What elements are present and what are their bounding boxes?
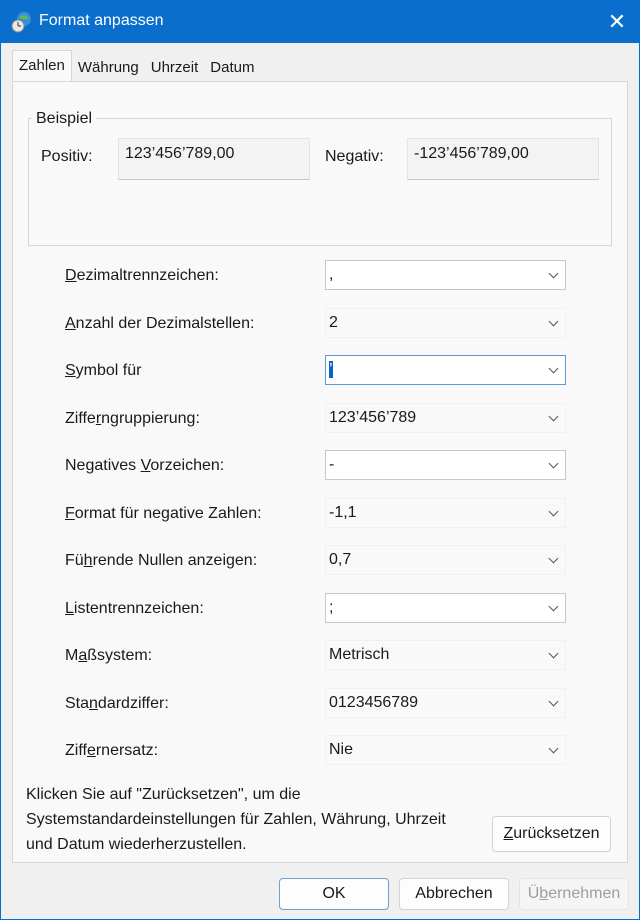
positive-label: Positiv:: [41, 148, 93, 165]
reset-accesskey: Z: [503, 825, 514, 842]
chevron-down-icon[interactable]: [548, 458, 559, 469]
reset-button[interactable]: Zurücksetzen: [492, 816, 611, 852]
label-text: Sta: [65, 694, 90, 712]
decimal-places-combobox[interactable]: 2: [325, 307, 566, 338]
list-separator-label: Listentrennzeichen:: [65, 600, 204, 618]
tab-uhrzeit[interactable]: Uhrzeit: [145, 52, 205, 82]
digit-grouping-label: Zifferngruppierung:: [65, 410, 200, 428]
chevron-down-icon[interactable]: [548, 411, 559, 421]
decimal-places-label: Anzahl der Dezimalstellen:: [65, 315, 254, 333]
label-text: orzeichen:: [150, 457, 225, 474]
label-text: ymbol für: [75, 362, 142, 379]
chevron-down-icon[interactable]: [548, 601, 559, 611]
label-text: ormat für negative Zahlen:: [74, 504, 262, 522]
globe-clock-icon: [11, 12, 31, 33]
label-accesskey: L: [65, 599, 74, 617]
label-text: rnersatz:: [95, 742, 159, 759]
tab-datum[interactable]: Datum: [204, 52, 260, 82]
cancel-button[interactable]: Abbrechen: [399, 878, 509, 910]
close-button[interactable]: ✕: [594, 0, 640, 43]
digit-grouping-symbol-label: Symbol für: [65, 362, 141, 380]
negative-number-format-label: Format für negative Zahlen:: [65, 505, 262, 523]
positive-example: 123’456’789,00: [118, 138, 310, 180]
digit-grouping-combobox[interactable]: 123’456’789: [325, 402, 566, 433]
label-accesskey: n: [89, 694, 98, 712]
combobox-value: Metrisch: [329, 646, 390, 663]
apply-accesskey: b: [539, 885, 549, 902]
digit-grouping-symbol-combobox[interactable]: ’: [325, 355, 566, 385]
chevron-down-icon[interactable]: [548, 363, 559, 374]
combobox-value: 123’456’789: [329, 408, 417, 426]
label-text: dardziffer:: [97, 694, 169, 712]
digit-substitution-label: Ziffernersatz:: [65, 742, 158, 760]
label-text: Ziffe: [65, 409, 96, 427]
leading-zeros-label: Führende Nullen anzeigen:: [65, 552, 257, 570]
standard-digits-label: Standardziffer:: [65, 695, 169, 713]
digit-substitution-combobox[interactable]: Nie: [325, 735, 566, 765]
reset-label: urücksetzen: [513, 825, 600, 842]
label-text: M: [65, 647, 79, 664]
label-accesskey: A: [65, 314, 76, 332]
label-text: nzahl der Dezimalstellen:: [75, 314, 255, 332]
list-separator-combobox[interactable]: ;: [325, 592, 566, 623]
label-accesskey: e: [86, 742, 96, 759]
ok-button[interactable]: OK: [279, 878, 389, 910]
chevron-down-icon[interactable]: [548, 506, 559, 516]
combobox-value: 2: [329, 313, 338, 331]
label-text: ngruppierung:: [101, 409, 200, 427]
standard-digits-combobox[interactable]: 0123456789: [325, 687, 566, 718]
combobox-value: ’: [329, 361, 333, 378]
chevron-down-icon[interactable]: [548, 316, 559, 326]
label-accesskey: V: [140, 457, 151, 474]
chevron-down-icon[interactable]: [548, 553, 559, 564]
measurement-system-combobox[interactable]: Metrisch: [325, 640, 566, 670]
label-text: istentrennzeichen:: [73, 599, 204, 617]
apply-label-pre: Ü: [527, 885, 540, 902]
decimal-separator-label: Dezimaltrennzeichen:: [65, 267, 219, 285]
label-text: Ziff: [65, 742, 87, 759]
label-accesskey: S: [65, 362, 76, 379]
negative-sign-combobox[interactable]: -: [325, 450, 566, 480]
title-bar: Format anpassen ✕: [0, 0, 640, 43]
tab-waehrung[interactable]: Währung: [72, 52, 145, 82]
combobox-value: Nie: [329, 741, 354, 758]
chevron-down-icon[interactable]: [548, 648, 559, 659]
window-title: Format anpassen: [39, 12, 164, 29]
label-accesskey: a: [78, 647, 88, 664]
tab-strip: Zahlen Währung Uhrzeit Datum: [12, 50, 260, 82]
close-icon: ✕: [607, 8, 627, 34]
measurement-system-label: Maßsystem:: [65, 647, 152, 665]
label-text: Negatives: [65, 457, 141, 474]
decimal-separator-combobox[interactable]: ,: [325, 260, 566, 290]
negative-example: -123’456’789,00: [407, 138, 599, 180]
combobox-value: ;: [329, 598, 334, 616]
negative-sign-label: Negatives Vorzeichen:: [65, 457, 224, 475]
chevron-down-icon[interactable]: [548, 268, 559, 279]
combobox-value: -: [329, 456, 335, 473]
combobox-value: 0,7: [329, 551, 352, 568]
combobox-value: ,: [329, 266, 334, 283]
negative-number-format-combobox[interactable]: -1,1: [325, 497, 566, 528]
chevron-down-icon[interactable]: [548, 696, 559, 706]
apply-label-post: ernehmen: [548, 885, 621, 902]
tab-zahlen[interactable]: Zahlen: [12, 50, 72, 81]
leading-zeros-combobox[interactable]: 0,7: [325, 545, 566, 575]
label-text: ezimaltrennzeichen:: [76, 267, 219, 284]
apply-button[interactable]: Üb ernehmen: [519, 878, 629, 910]
label-accesskey: D: [65, 267, 77, 284]
example-group-title: Beispiel: [32, 110, 97, 128]
label-accesskey: h: [83, 552, 93, 569]
negative-label: Negativ:: [325, 148, 384, 165]
label-text: rende Nullen anzeigen:: [92, 552, 258, 569]
label-accesskey: F: [65, 504, 75, 522]
label-text: Fü: [65, 552, 84, 569]
label-text: ßsystem:: [87, 647, 153, 664]
combobox-value: -1,1: [329, 503, 357, 521]
reset-info-text: Klicken Sie auf "Zurücksetzen", um die S…: [26, 786, 446, 853]
combobox-value: 0123456789: [329, 693, 418, 711]
chevron-down-icon[interactable]: [548, 743, 559, 754]
